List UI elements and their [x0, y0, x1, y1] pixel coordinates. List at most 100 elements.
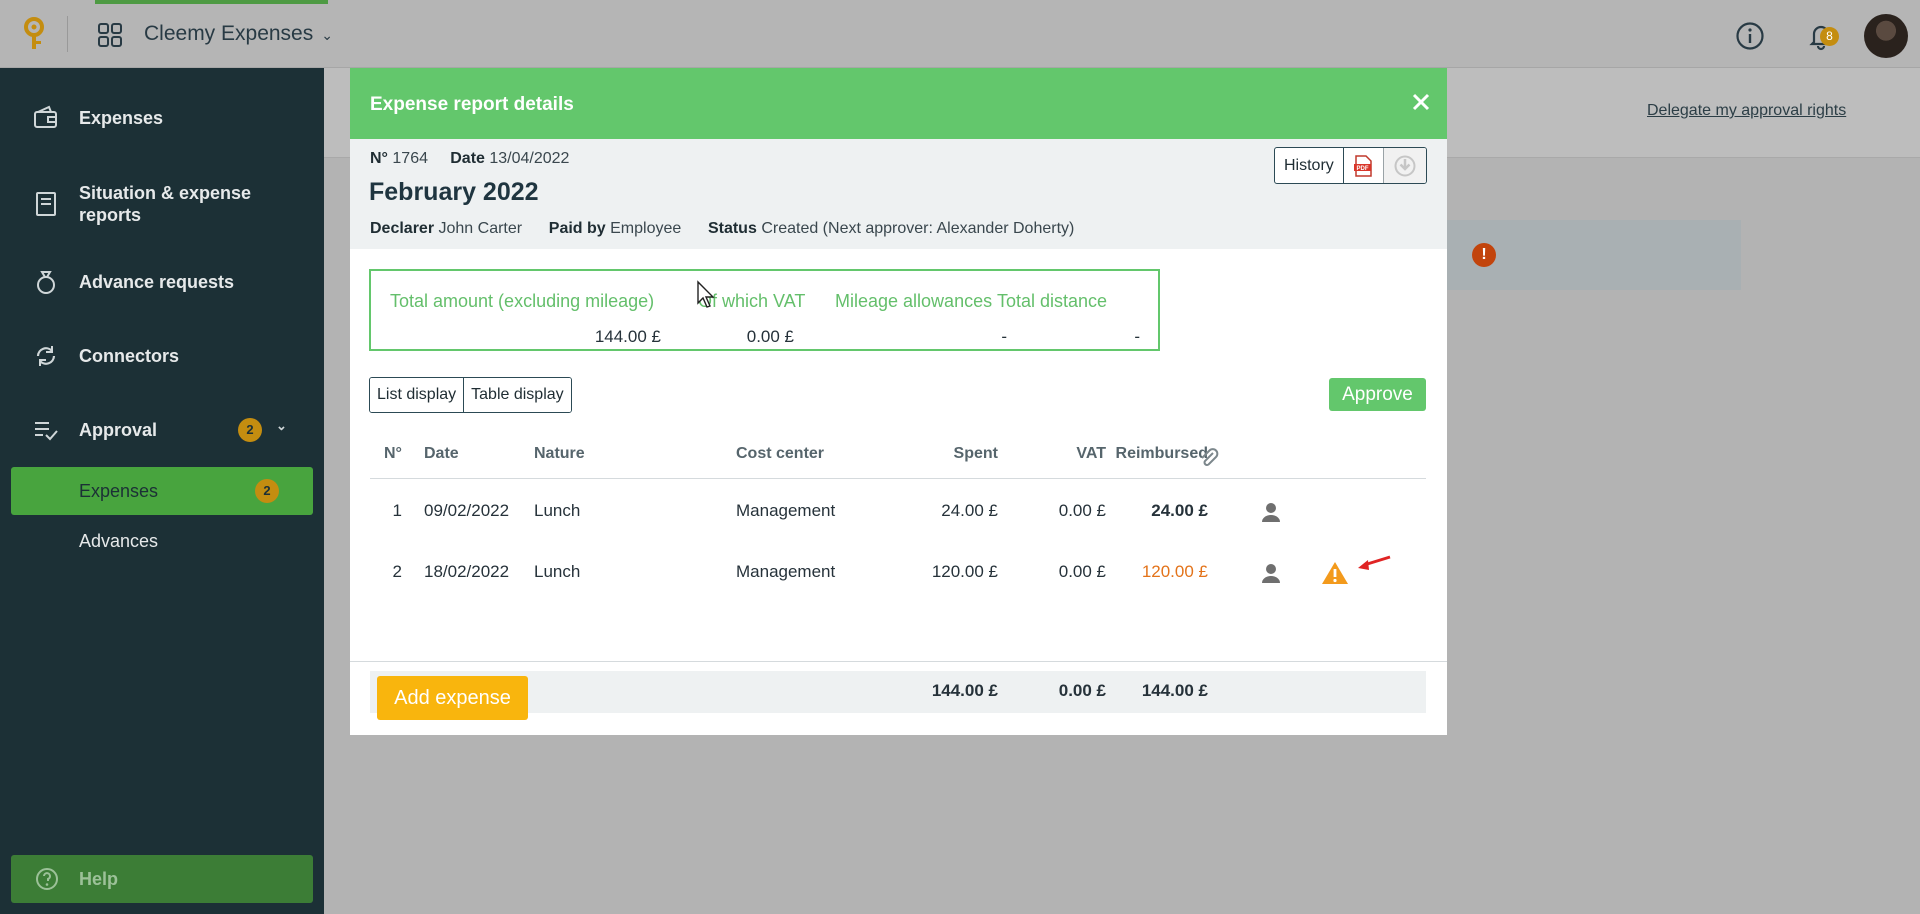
- history-button-group: History PDF: [1274, 147, 1427, 184]
- mileage-header: Mileage allowances: [835, 291, 993, 311]
- help-button[interactable]: Help: [11, 855, 313, 903]
- date-label: Date: [450, 150, 485, 167]
- alert-icon: !: [1472, 243, 1496, 267]
- report-number: 1764: [392, 150, 428, 167]
- row-spent: 120.00 £: [931, 562, 998, 581]
- col-header-date: Date: [424, 445, 459, 462]
- user-icon[interactable]: [1260, 562, 1282, 584]
- cleemy-logo-icon[interactable]: [20, 16, 48, 52]
- row-reimbursed: 120.00 £: [1141, 562, 1208, 581]
- sidebar: Expenses Situation & expense reports Adv…: [0, 68, 324, 914]
- list-display-button[interactable]: List display: [370, 378, 464, 412]
- distance-value: -: [1134, 327, 1140, 346]
- user-icon[interactable]: [1260, 501, 1282, 523]
- sidebar-item-situation-reports[interactable]: Situation & expense reports: [0, 176, 324, 232]
- total-amount-value: 144.00 £: [594, 327, 661, 346]
- row-date: 09/02/2022: [424, 501, 510, 520]
- sidebar-item-connectors[interactable]: Connectors: [0, 336, 324, 376]
- chevron-down-icon: ⌄: [276, 418, 287, 433]
- total-spent: 144.00 £: [931, 681, 998, 700]
- row-cost-center: Management: [736, 562, 836, 581]
- sidebar-subitem-label: Advances: [79, 530, 159, 551]
- sidebar-item-label: Connectors: [79, 346, 180, 366]
- app-switcher[interactable]: Cleemy Expenses ⌄: [144, 22, 333, 46]
- checklist-icon: [35, 422, 58, 441]
- download-button[interactable]: [1383, 148, 1426, 183]
- col-header-cost-center: Cost center: [736, 445, 825, 462]
- sidebar-item-approval[interactable]: Approval 2 ⌄: [0, 410, 324, 450]
- sidebar-subitem-advances[interactable]: Advances: [11, 517, 313, 565]
- sync-icon: [36, 346, 56, 366]
- display-toggle: List display Table display: [369, 377, 572, 413]
- pdf-button[interactable]: PDF: [1344, 148, 1384, 183]
- red-arrow-icon: [1358, 555, 1391, 570]
- sidebar-subitem-label: Expenses: [79, 480, 159, 501]
- app-title: Cleemy Expenses: [144, 22, 314, 45]
- row-number: 1: [392, 501, 402, 520]
- col-header-number: N°: [384, 445, 402, 462]
- help-icon: [36, 868, 58, 890]
- paid-by-label: Paid by: [548, 220, 606, 237]
- pdf-icon: PDF: [1354, 154, 1373, 177]
- report-title: February 2022: [369, 178, 539, 206]
- money-bag-icon: [37, 271, 55, 294]
- svg-text:PDF: PDF: [1357, 166, 1369, 172]
- mileage-value: -: [1001, 327, 1007, 346]
- report-meta: Declarer John Carter Paid by Employee St…: [370, 220, 1074, 238]
- paid-by-value: Employee: [610, 220, 682, 237]
- history-button[interactable]: History: [1275, 148, 1344, 183]
- receipt-icon: [36, 192, 56, 216]
- status-label: Status: [707, 220, 757, 237]
- delegate-approval-link[interactable]: Delegate my approval rights: [1647, 102, 1846, 120]
- totals-summary: Total amount (excluding mileage) Of whic…: [369, 269, 1160, 351]
- approve-button[interactable]: Approve: [1329, 378, 1426, 411]
- avatar[interactable]: [1864, 14, 1908, 58]
- distance-header: Total distance: [997, 291, 1108, 311]
- sidebar-item-label: Advance requests: [79, 272, 235, 292]
- paperclip-icon: [1201, 448, 1219, 466]
- number-label: N°: [370, 150, 388, 167]
- report-date: 13/04/2022: [489, 150, 570, 167]
- notification-badge: 8: [1820, 27, 1839, 46]
- download-icon: [1394, 155, 1416, 176]
- add-expense-button[interactable]: Add expense: [377, 676, 528, 720]
- total-reimbursed: 144.00 £: [1141, 681, 1208, 700]
- approval-count-badge: 2: [238, 418, 262, 442]
- table-display-button[interactable]: Table display: [463, 378, 571, 412]
- row-date: 18/02/2022: [424, 562, 510, 581]
- col-header-nature: Nature: [534, 445, 585, 462]
- expense-report-modal: Expense report details N° 1764 Date 13/0…: [350, 68, 1447, 735]
- sidebar-item-expenses[interactable]: Expenses: [0, 98, 324, 138]
- warning-icon[interactable]: [1321, 560, 1349, 586]
- top-divider: [67, 16, 68, 52]
- sidebar-item-advance-requests[interactable]: Advance requests: [0, 262, 324, 302]
- declarer-label: Declarer: [370, 220, 435, 237]
- modal-header: Expense report details: [350, 68, 1447, 139]
- close-icon[interactable]: [1409, 90, 1433, 114]
- total-amount-header: Total amount (excluding mileage): [390, 291, 655, 311]
- mouse-cursor-icon: [697, 280, 715, 308]
- top-accent-line: [95, 0, 328, 4]
- sidebar-item-label: Expenses: [79, 108, 164, 128]
- table-header-divider: [370, 478, 1426, 479]
- sidebar-item-label: Approval: [79, 420, 158, 440]
- row-nature: Lunch: [534, 501, 581, 520]
- chevron-down-icon: ⌄: [321, 27, 333, 43]
- col-header-spent: Spent: [953, 445, 998, 462]
- help-label: Help: [79, 869, 119, 889]
- expenses-count-badge: 2: [255, 479, 279, 503]
- row-spent: 24.00 £: [941, 501, 998, 520]
- apps-grid-icon[interactable]: [98, 23, 122, 47]
- wallet-icon: [34, 105, 57, 128]
- sidebar-subitem-expenses[interactable]: Expenses 2: [11, 467, 313, 515]
- info-icon[interactable]: [1735, 21, 1765, 51]
- col-header-reimbursed: Reimbursed: [1115, 445, 1208, 462]
- report-number-date: N° 1764 Date 13/04/2022: [370, 150, 569, 168]
- modal-footer-divider: [350, 661, 1447, 662]
- vat-value: 0.00 £: [746, 327, 794, 346]
- sidebar-item-label: Situation & expense reports: [79, 183, 252, 225]
- top-bar: Cleemy Expenses ⌄ 8: [0, 0, 1920, 68]
- row-cost-center: Management: [736, 501, 836, 520]
- status-value: Created (Next approver: Alexander Dohert…: [761, 220, 1075, 237]
- row-nature: Lunch: [534, 562, 581, 581]
